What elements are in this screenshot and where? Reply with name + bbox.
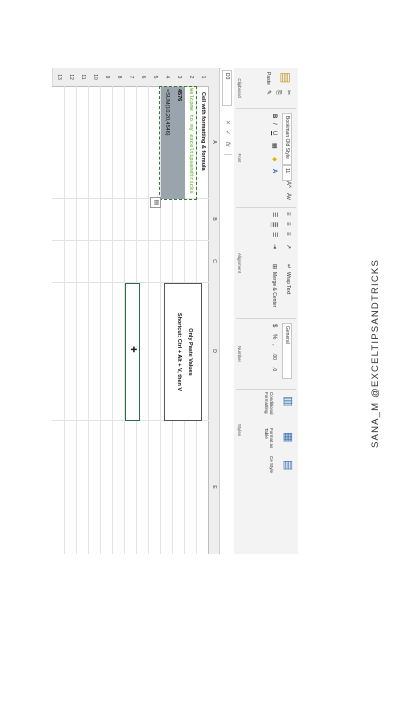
- increase-decimal-button[interactable]: .00: [270, 353, 278, 360]
- row-header-4[interactable]: 4: [160, 68, 173, 87]
- italic-button[interactable]: I: [270, 123, 278, 125]
- gridline: [148, 86, 149, 554]
- align-center-icon[interactable]: ☰: [270, 222, 278, 228]
- alignment-group: ≡ ≡ ≡ ↗ ☰ ☰ ☰ ⇥ ↵ Wrap Text ⊞ Merge & Ce…: [236, 208, 296, 319]
- percent-button[interactable]: %: [270, 334, 278, 339]
- cell-a1[interactable]: Cell with formatting & formula: [197, 92, 209, 171]
- row-header-2[interactable]: 2: [184, 68, 197, 87]
- paste-options-icon[interactable]: ▤: [150, 197, 161, 208]
- clipboard-group: ▤ Paste ✂ ⎘ ✎ Clipboard: [236, 68, 296, 109]
- paste-button[interactable]: Paste: [264, 72, 272, 85]
- number-format-select[interactable]: General: [282, 323, 292, 379]
- instruction-title: Only Paste Values: [187, 328, 193, 376]
- orientation-icon[interactable]: ↗: [284, 244, 292, 249]
- gridline: [52, 240, 209, 241]
- row-header-12[interactable]: 12: [64, 68, 77, 87]
- column-header-b[interactable]: B: [208, 198, 219, 241]
- row-header-7[interactable]: 7: [124, 68, 137, 87]
- font-label: Font: [237, 153, 242, 163]
- select-all-corner[interactable]: [208, 68, 219, 87]
- fx-icon[interactable]: fx: [223, 142, 231, 147]
- cell-cursor-icon: ✚: [129, 346, 138, 353]
- currency-button[interactable]: $: [270, 324, 278, 327]
- row-header-11[interactable]: 11: [76, 68, 89, 87]
- copy-icon[interactable]: ⎘: [274, 90, 282, 95]
- paste-icon[interactable]: ▤: [279, 72, 293, 83]
- merge-center-button[interactable]: Merge & Center: [270, 272, 278, 307]
- watermark-text: SANA_M @EXCELTIPSANDTRICKS: [370, 258, 381, 448]
- cell-a2[interactable]: Welcome to my exceltipsandtricks: [185, 88, 197, 196]
- wrap-text-button[interactable]: Wrap Text: [284, 272, 292, 294]
- excel-window: ▤ Paste ✂ ⎘ ✎ Clipboard Bookman Old Styl…: [52, 68, 298, 554]
- cell-styles-icon[interactable]: ▤: [282, 460, 294, 470]
- gridline: [112, 86, 113, 554]
- instruction-shortcut: Shortcut: Ctrl + Alt + V, then V: [176, 312, 182, 392]
- clipboard-label: Clipboard: [237, 78, 242, 98]
- bottom-align-icon[interactable]: ≡: [284, 232, 292, 236]
- indent-icon[interactable]: ⇥: [270, 244, 278, 249]
- top-align-icon[interactable]: ≡: [284, 212, 292, 216]
- format-as-table-icon[interactable]: ▦: [282, 432, 294, 442]
- align-left-icon[interactable]: ☰: [270, 212, 278, 217]
- row-header-13[interactable]: 13: [52, 68, 65, 87]
- fill-color-icon[interactable]: ◆: [270, 157, 278, 162]
- bold-button[interactable]: B: [270, 114, 278, 118]
- font-size-select[interactable]: 11: [282, 165, 292, 181]
- cell-styles-button[interactable]: Ce Style: [269, 456, 274, 478]
- styles-group: ▥ Conditional Formatting ▦ Format as Tab…: [236, 390, 296, 554]
- underline-button[interactable]: U: [270, 131, 278, 135]
- gridline: [64, 86, 65, 554]
- enter-icon[interactable]: ✓: [223, 130, 231, 135]
- conditional-formatting-icon[interactable]: ▥: [282, 396, 294, 406]
- wrap-text-icon[interactable]: ↵: [284, 264, 292, 269]
- row-header-3[interactable]: 3: [172, 68, 185, 87]
- comma-button[interactable]: ,: [270, 344, 278, 346]
- font-color-icon[interactable]: A: [270, 169, 278, 173]
- gridline: [76, 86, 77, 554]
- cell-a3[interactable]: 4576: [173, 87, 185, 199]
- excel-screenshot: ▤ Paste ✂ ⎘ ✎ Clipboard Bookman Old Styl…: [52, 68, 298, 554]
- row-header-1[interactable]: 1: [196, 68, 209, 87]
- cut-icon[interactable]: ✂: [284, 90, 292, 95]
- middle-align-icon[interactable]: ≡: [284, 222, 292, 226]
- name-box[interactable]: D3: [222, 70, 232, 106]
- font-name-select[interactable]: Bookman Old Style: [282, 113, 292, 165]
- font-group: Bookman Old Style 11 A^ Av B I U ▦ ◆ A F…: [236, 109, 296, 208]
- row-header-5[interactable]: 5: [148, 68, 161, 87]
- row-header-8[interactable]: 8: [112, 68, 125, 87]
- styles-label: Styles: [237, 423, 242, 437]
- cell-a4[interactable]: =SUM(10,20,4546): [161, 87, 173, 199]
- number-group: General $ % , .00 .0 Number: [236, 319, 296, 390]
- column-header-e[interactable]: E: [208, 420, 219, 554]
- row-header-9[interactable]: 9: [100, 68, 113, 87]
- gridline: [88, 86, 89, 554]
- instruction-box: Only Paste Values Shortcut: Ctrl + Alt +…: [164, 283, 202, 421]
- column-header-c[interactable]: C: [208, 240, 219, 283]
- grow-font-icon[interactable]: A^: [284, 181, 292, 188]
- number-label: Number: [237, 345, 242, 362]
- borders-icon[interactable]: ▦: [270, 143, 278, 149]
- column-header-a[interactable]: A: [208, 86, 219, 199]
- ribbon: ▤ Paste ✂ ⎘ ✎ Clipboard Bookman Old Styl…: [233, 68, 298, 554]
- column-header-d[interactable]: D: [208, 282, 219, 421]
- alignment-label: Alignment: [237, 252, 242, 273]
- row-header-6[interactable]: 6: [136, 68, 149, 87]
- row-header-10[interactable]: 10: [88, 68, 101, 87]
- format-as-table-button[interactable]: Format as Table: [264, 428, 274, 452]
- merge-center-icon[interactable]: ⊞: [270, 264, 278, 269]
- conditional-formatting-button[interactable]: Conditional Formatting: [264, 392, 274, 426]
- gridline: [100, 86, 101, 554]
- formula-bar: D3 ✕ ✓ fx: [219, 68, 234, 554]
- shrink-font-icon[interactable]: Av: [284, 193, 292, 200]
- decrease-decimal-button[interactable]: .0: [270, 367, 278, 371]
- format-painter-icon[interactable]: ✎: [264, 90, 272, 95]
- align-right-icon[interactable]: ☰: [270, 232, 278, 237]
- formula-input[interactable]: [224, 154, 232, 553]
- cancel-icon[interactable]: ✕: [223, 120, 231, 125]
